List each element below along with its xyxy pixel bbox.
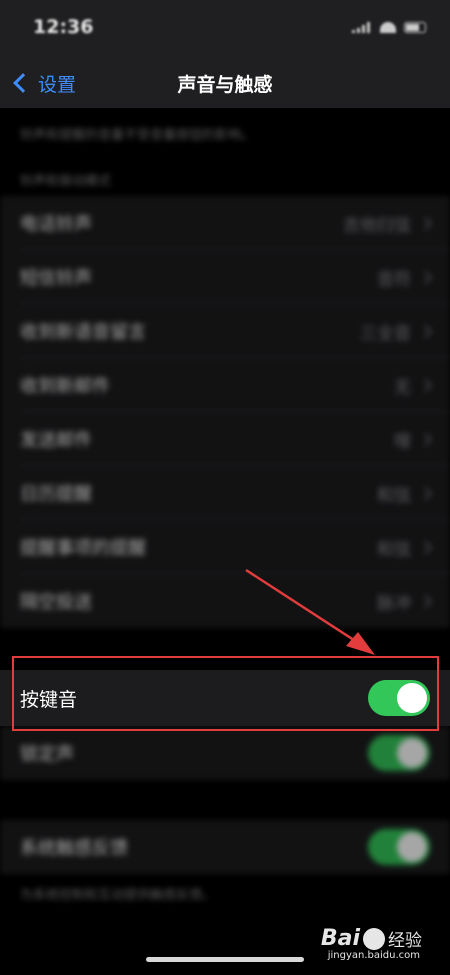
watermark-brand: Bai	[320, 926, 360, 951]
arrow-shaft	[245, 568, 361, 646]
baidu-jingyan-watermark: Bai 经验	[321, 926, 422, 951]
annotation-arrow	[245, 568, 375, 655]
watermark-brand-suffix: 经验	[388, 931, 422, 951]
paw-logo-icon	[363, 927, 385, 950]
home-indicator[interactable]	[146, 957, 304, 962]
watermark-url: jingyan.baidu.com	[327, 950, 420, 961]
arrow-head	[346, 632, 375, 655]
